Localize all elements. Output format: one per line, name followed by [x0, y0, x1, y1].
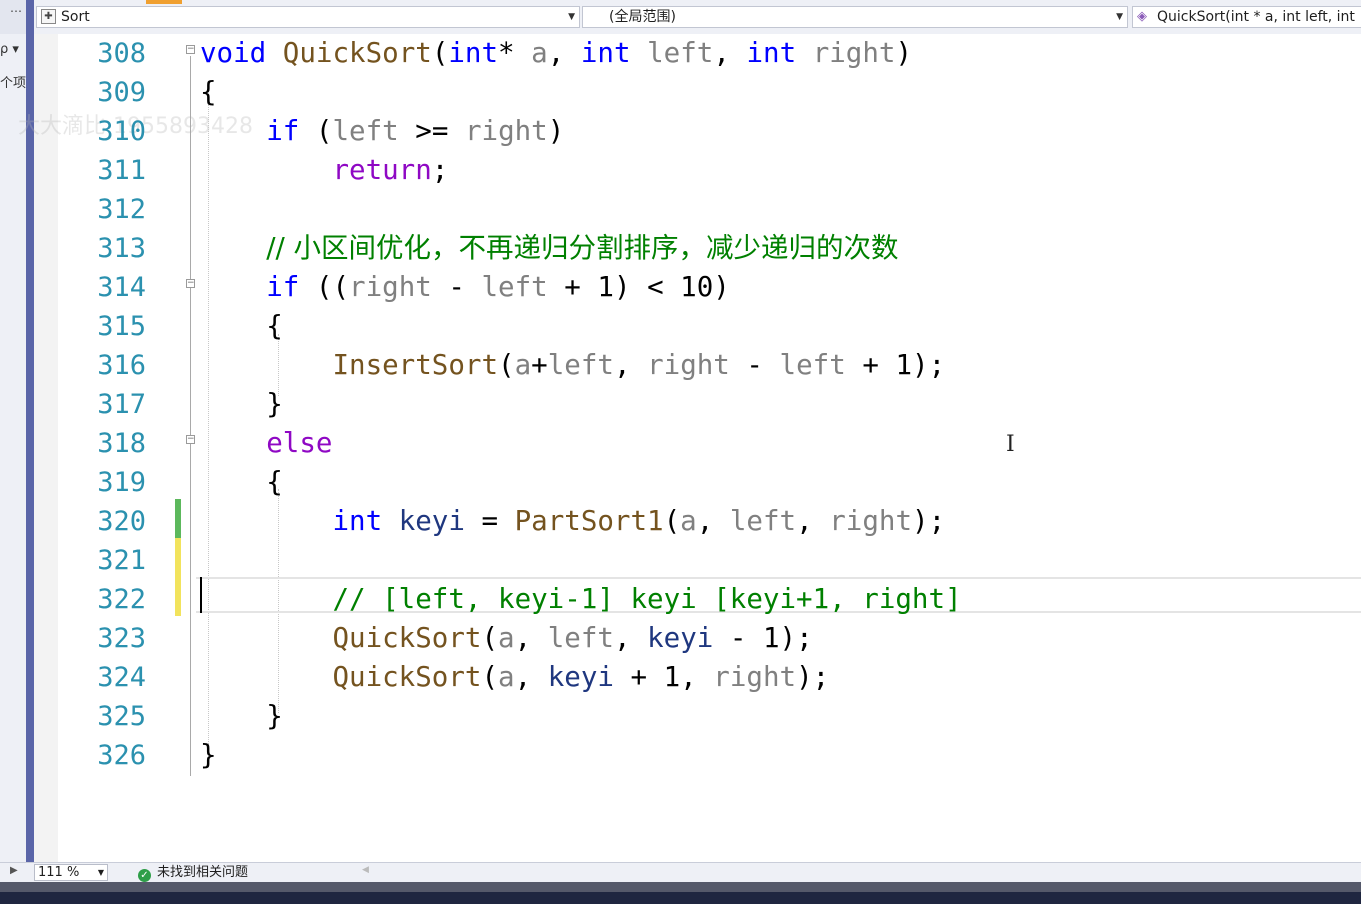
code-text: QuickSort(a, left, keyi - 1);: [332, 622, 813, 654]
code-text: QuickSort(a, keyi + 1, right);: [332, 661, 830, 693]
scope-dropdown[interactable]: (全局范围) ▼: [582, 6, 1128, 28]
line-number: 316: [97, 350, 146, 381]
horizontal-scroll-left-icon[interactable]: ◀: [362, 865, 369, 875]
panel-item-count: 个项: [0, 76, 27, 91]
line-number: 314: [97, 272, 146, 303]
code-text: {: [200, 76, 217, 108]
line-number: 324: [97, 662, 146, 693]
code-text: {: [200, 310, 283, 342]
code-text: // 小区间优化，不再递归分割排序，减少递归的次数: [200, 229, 899, 268]
code-line: 319 {: [34, 463, 1361, 502]
code-text: if ((right - left + 1) < 10): [266, 271, 730, 303]
line-number: 326: [97, 740, 146, 771]
check-circle-icon: ✓: [138, 869, 151, 882]
code-editor[interactable]: 大大滴比 1955893428 − − − 308 void QuickSort…: [18, 34, 1361, 862]
mouse-ibeam-cursor: I: [1006, 432, 1015, 457]
line-number: 312: [97, 194, 146, 225]
issues-indicator[interactable]: ✓ 未找到相关问题: [138, 864, 248, 882]
code-line: 326 }: [34, 736, 1361, 775]
search-icon[interactable]: ρ ▾: [0, 42, 19, 57]
zoom-level: 111 %: [38, 865, 80, 880]
line-number: 320: [97, 506, 146, 537]
scope-name: (全局范围): [609, 9, 676, 25]
code-line: 309 {: [34, 73, 1361, 112]
code-text: int keyi = PartSort1(a, left, right);: [332, 505, 946, 537]
chevron-down-icon[interactable]: ▼: [568, 7, 575, 27]
scroll-left-icon[interactable]: ▶: [10, 865, 18, 876]
panel-header: ⋯: [0, 0, 26, 34]
code-line: 315 {: [34, 307, 1361, 346]
code-line: 318 else: [34, 424, 1361, 463]
code-text: }: [200, 739, 217, 771]
line-number: 322: [97, 584, 146, 615]
more-icon[interactable]: ⋯: [10, 4, 22, 18]
line-number: 319: [97, 467, 146, 498]
zoom-dropdown[interactable]: 111 % ▼: [34, 864, 108, 881]
line-number: 308: [97, 38, 146, 69]
code-text: }: [200, 700, 283, 732]
code-line: 320 int keyi = PartSort1(a, left, right)…: [34, 502, 1361, 541]
code-line: 310 if (left >= right): [34, 112, 1361, 151]
code-line: 308 void QuickSort(int* a, int left, int…: [34, 34, 1361, 73]
code-text: void QuickSort(int* a, int left, int rig…: [200, 37, 913, 69]
chevron-down-icon[interactable]: ▼: [98, 865, 104, 880]
editor-status-bar: ▶ 111 % ▼ ✓ 未找到相关问题 ◀: [0, 862, 1361, 883]
code-line: 314 if ((right - left + 1) < 10): [34, 268, 1361, 307]
code-line: 322 // [left, keyi-1] keyi [keyi+1, righ…: [34, 580, 1361, 619]
code-line: 317 }: [34, 385, 1361, 424]
code-line: 313 // 小区间优化，不再递归分割排序，减少递归的次数: [34, 229, 1361, 268]
line-number: 313: [97, 233, 146, 264]
member-name: QuickSort(int * a, int left, int: [1157, 9, 1355, 25]
taskbar-edge: [0, 882, 1361, 904]
line-number: 311: [97, 155, 146, 186]
line-number: 317: [97, 389, 146, 420]
code-text: }: [200, 388, 283, 420]
member-dropdown[interactable]: ◈ QuickSort(int * a, int left, int: [1132, 6, 1361, 28]
project-name: Sort: [61, 9, 90, 25]
line-number: 323: [97, 623, 146, 654]
comment: // 小区间优化，不再递归分割排序，减少递归的次数: [266, 232, 899, 264]
code-line: 312: [34, 190, 1361, 229]
line-number: 321: [97, 545, 146, 576]
code-line: 323 QuickSort(a, left, keyi - 1);: [34, 619, 1361, 658]
line-number: 310: [97, 116, 146, 147]
comment: // [left, keyi-1] keyi [keyi+1, right]: [332, 583, 962, 615]
chevron-down-icon[interactable]: ▼: [1116, 7, 1123, 27]
line-number: 315: [97, 311, 146, 342]
line-number: 325: [97, 701, 146, 732]
active-tab-accent: [146, 0, 182, 4]
issues-text: 未找到相关问题: [157, 865, 249, 880]
code-text: return;: [332, 154, 449, 186]
code-text: else: [266, 427, 333, 459]
code-line: 311 return;: [34, 151, 1361, 190]
code-line: 321: [34, 541, 1361, 580]
method-icon: ◈: [1137, 9, 1147, 24]
project-dropdown[interactable]: ✚ Sort ▼: [36, 6, 580, 28]
code-line: 324 QuickSort(a, keyi + 1, right);: [34, 658, 1361, 697]
code-text: if (left >= right): [266, 115, 565, 147]
code-text: InsertSort(a+left, right - left + 1);: [332, 349, 946, 381]
line-number: 318: [97, 428, 146, 459]
code-line: 316 InsertSort(a+left, right - left + 1)…: [34, 346, 1361, 385]
navigation-bar: ✚ Sort ▼ (全局范围) ▼ ◈ QuickSort(int * a, i…: [34, 0, 1361, 35]
code-text: {: [200, 466, 283, 498]
line-number: 309: [97, 77, 146, 108]
code-text: // [left, keyi-1] keyi [keyi+1, right]: [200, 580, 962, 619]
code-line: 325 }: [34, 697, 1361, 736]
project-icon: ✚: [41, 9, 56, 24]
